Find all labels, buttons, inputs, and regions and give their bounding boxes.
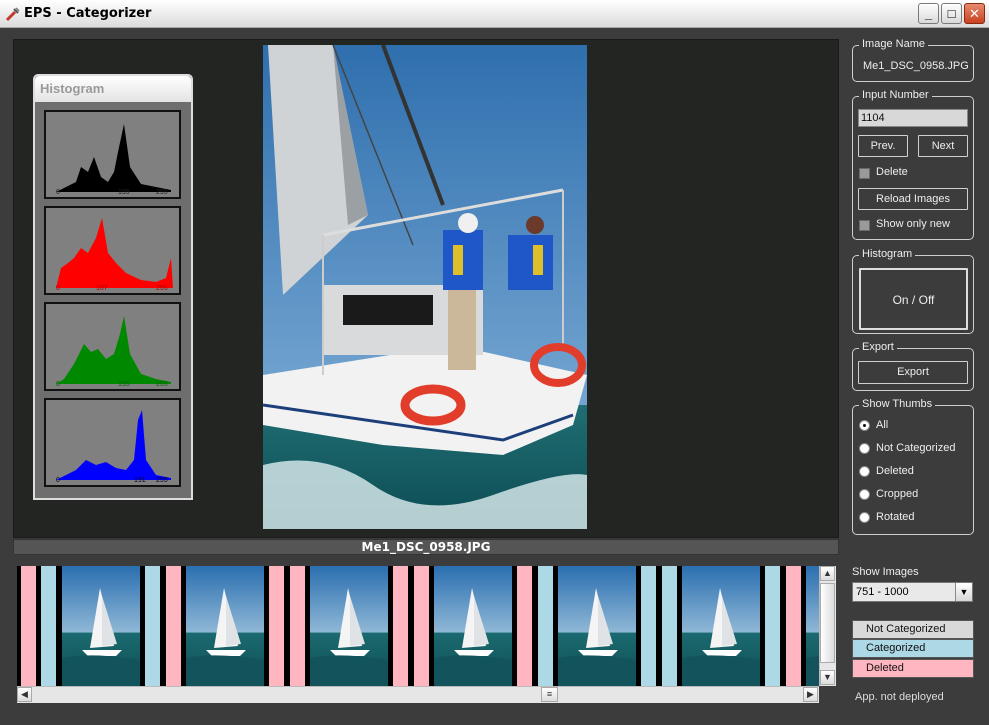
horizontal-scroll-thumb[interactable]: ≡: [541, 687, 558, 702]
show-thumbs-legend: Show Thumbs: [859, 398, 936, 410]
radio-label-not-categorized: Not Categorized: [876, 442, 956, 454]
window-title: EPS - Categorizer: [24, 6, 152, 21]
thumbnail-vertical-scrollbar[interactable]: ▲ ▼: [819, 566, 836, 686]
tick-label: 255: [156, 285, 168, 292]
radio-label-cropped: Cropped: [876, 488, 919, 500]
tick-label: 255: [156, 477, 168, 484]
tick-label: 0: [56, 189, 60, 196]
tick-label: 155: [118, 189, 130, 196]
show-images-value: 751 - 1000: [856, 586, 909, 598]
vertical-scroll-thumb[interactable]: [820, 583, 835, 663]
tick-label: 255: [156, 381, 168, 388]
scroll-up-icon[interactable]: ▲: [820, 566, 835, 581]
histogram-blue: 0 191 255: [44, 398, 181, 487]
image-caption: Me1_DSC_0958.JPG: [13, 539, 839, 555]
histogram-toggle-group: Histogram On / Off: [852, 248, 974, 334]
histogram-red: 0 107 255: [44, 206, 181, 295]
show-thumbs-group: Show Thumbs All Not Categorized Deleted …: [852, 398, 974, 535]
legend-deleted: Deleted: [852, 659, 974, 678]
input-number-group: Input Number 1104 Prev. Next Delete Relo…: [852, 89, 974, 240]
reload-images-button[interactable]: Reload Images: [858, 188, 968, 210]
image-name-legend: Image Name: [859, 38, 928, 50]
tick-label: 0: [56, 285, 60, 292]
tick-label: 0: [56, 381, 60, 388]
radio-rotated[interactable]: [859, 512, 870, 523]
chevron-down-icon[interactable]: ▼: [955, 583, 972, 601]
radio-all[interactable]: [859, 420, 870, 431]
close-button[interactable]: ✕: [964, 3, 985, 24]
tick-label: 191: [134, 477, 146, 484]
delete-checkbox[interactable]: [859, 168, 870, 179]
input-number-field[interactable]: 1104: [858, 109, 968, 127]
legend-categorized: Categorized: [852, 639, 974, 658]
tick-label: 0: [56, 477, 60, 484]
main-photo: [263, 45, 587, 529]
histogram-toggle-legend: Histogram: [859, 248, 916, 260]
tick-label: 255: [156, 189, 168, 196]
export-legend: Export: [859, 341, 897, 353]
status-text: App. not deployed: [855, 691, 944, 703]
show-only-new-checkbox[interactable]: [859, 220, 870, 231]
image-name-group: Image Name Me1_DSC_0958.JPG: [852, 38, 974, 82]
show-only-new-label: Show only new: [876, 218, 950, 230]
histogram-panel[interactable]: Histogram 0 155 255 0 107 255 0 155 255 …: [33, 74, 193, 500]
show-images-label: Show Images: [852, 566, 919, 578]
histogram-panel-title: Histogram: [35, 76, 191, 102]
scroll-left-icon[interactable]: ◀: [17, 687, 32, 702]
thumbnail-strip: [17, 566, 819, 686]
maximize-button[interactable]: □: [941, 3, 962, 24]
scroll-down-icon[interactable]: ▼: [820, 670, 835, 685]
radio-label-deleted: Deleted: [876, 465, 914, 477]
histogram-green: 0 155 255: [44, 302, 181, 391]
histogram-on-off-button[interactable]: On / Off: [859, 268, 968, 330]
title-bar: EPS - Categorizer _ □ ✕: [0, 0, 989, 28]
radio-cropped[interactable]: [859, 489, 870, 500]
app-icon: [5, 7, 20, 22]
show-images-select[interactable]: 751 - 1000 ▼: [852, 582, 973, 602]
histogram-luminance: 0 155 255: [44, 110, 181, 199]
tick-label: 155: [118, 381, 130, 388]
radio-not-categorized[interactable]: [859, 443, 870, 454]
tick-label: 107: [96, 285, 108, 292]
radio-label-rotated: Rotated: [876, 511, 915, 523]
next-button[interactable]: Next: [918, 135, 968, 157]
delete-label: Delete: [876, 166, 908, 178]
radio-deleted[interactable]: [859, 466, 870, 477]
minimize-button[interactable]: _: [918, 3, 939, 24]
export-button[interactable]: Export: [858, 361, 968, 384]
export-group: Export Export: [852, 341, 974, 391]
scroll-right-icon[interactable]: ▶: [803, 687, 818, 702]
image-name-value: Me1_DSC_0958.JPG: [863, 60, 969, 72]
legend-not-categorized: Not Categorized: [852, 620, 974, 639]
thumbnail-horizontal-scrollbar[interactable]: ◀ ≡ ▶: [17, 686, 819, 703]
radio-label-all: All: [876, 419, 889, 431]
prev-button[interactable]: Prev.: [858, 135, 908, 157]
input-number-legend: Input Number: [859, 89, 932, 101]
